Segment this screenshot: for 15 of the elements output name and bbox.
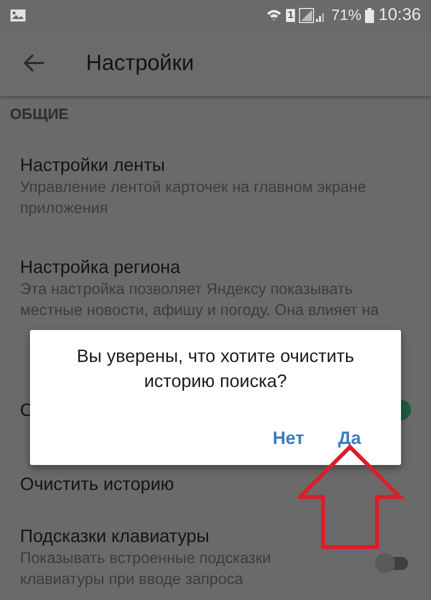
battery-percent: 71% (331, 6, 362, 24)
dialog-message: Вы уверены, что хотите очистить историю поиска? (76, 345, 356, 393)
setting-title[interactable]: Настройка региона (20, 256, 180, 278)
wifi-icon (266, 8, 282, 22)
dialog-button[interactable]: Да (336, 424, 363, 453)
dialog-button[interactable]: Нет (270, 424, 306, 453)
screen-title: Настройки (86, 50, 194, 76)
setting-title[interactable]: Подсказки клавиатуры (20, 525, 210, 547)
clock-time: 10:36 (378, 5, 421, 25)
battery-icon (365, 8, 374, 22)
section-header: ОБЩИЕ (10, 106, 69, 123)
image-icon (10, 8, 26, 22)
sim-badge: 1 (286, 8, 296, 22)
setting-title[interactable]: Очистить историю (20, 473, 174, 495)
setting-title[interactable]: Настройки ленты (20, 154, 165, 176)
